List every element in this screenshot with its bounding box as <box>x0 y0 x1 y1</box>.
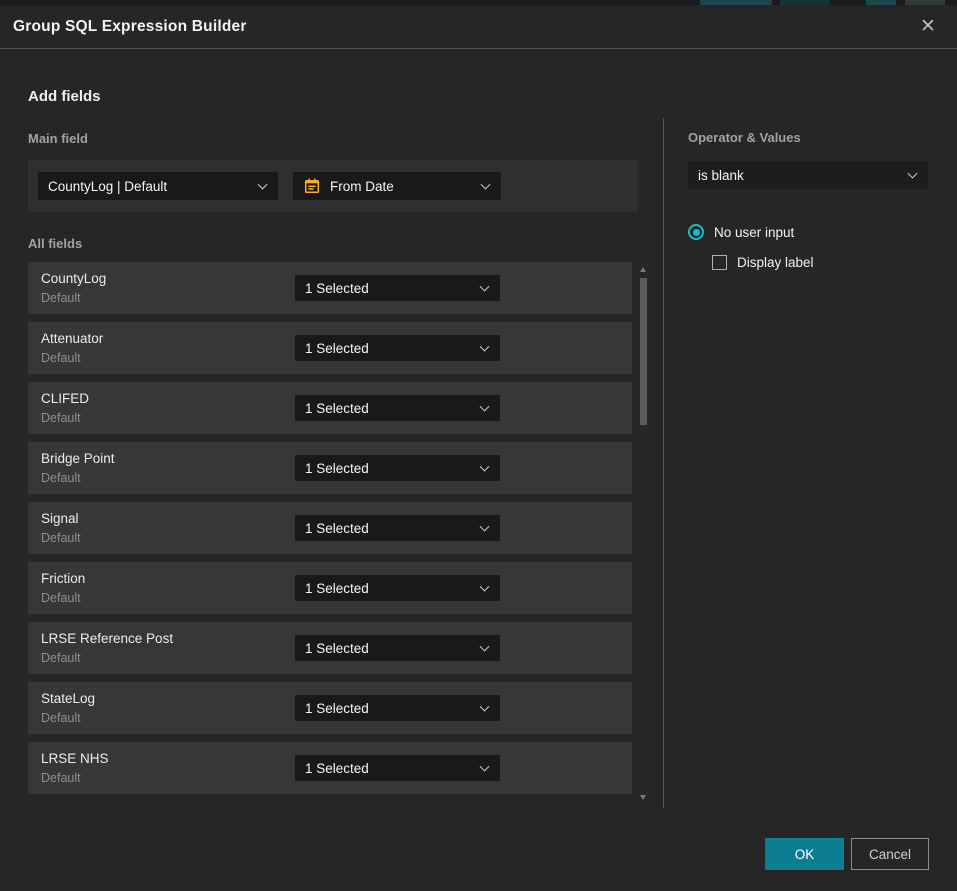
field-subtitle: Default <box>41 291 81 305</box>
field-selection-dropdown[interactable]: 1 Selected <box>295 695 500 721</box>
field-dropdown[interactable]: From Date <box>293 172 501 200</box>
field-subtitle: Default <box>41 591 81 605</box>
field-row: Attenuator Default 1 Selected <box>28 322 632 374</box>
field-row: CLIFED Default 1 Selected <box>28 382 632 434</box>
field-selection-dropdown[interactable]: 1 Selected <box>295 755 500 781</box>
field-selection-value: 1 Selected <box>305 521 369 536</box>
field-row: StateLog Default 1 Selected <box>28 682 632 734</box>
chevron-down-icon <box>480 762 490 772</box>
field-selection-dropdown[interactable]: 1 Selected <box>295 575 500 601</box>
add-fields-heading: Add fields <box>28 88 101 105</box>
radio-selected-icon <box>688 224 704 240</box>
field-selection-dropdown[interactable]: 1 Selected <box>295 635 500 661</box>
no-user-input-label: No user input <box>714 225 794 240</box>
field-subtitle: Default <box>41 351 81 365</box>
field-selection-value: 1 Selected <box>305 341 369 356</box>
display-label-checkbox[interactable]: Display label <box>712 255 814 270</box>
screen: Group SQL Expression Builder ✕ Add field… <box>0 0 957 891</box>
no-user-input-radio[interactable]: No user input <box>688 224 794 240</box>
field-subtitle: Default <box>41 711 81 725</box>
field-name: CLIFED <box>41 391 89 406</box>
operator-values-panel: Operator & Values is blank No user input… <box>688 118 928 145</box>
chevron-down-icon <box>480 522 490 532</box>
field-subtitle: Default <box>41 771 81 785</box>
dialog-title: Group SQL Expression Builder <box>13 18 247 36</box>
main-field-box: CountyLog | Default From Date <box>28 160 638 212</box>
field-name: Friction <box>41 571 85 586</box>
chevron-down-icon <box>908 169 918 179</box>
field-row: LRSE NHS Default 1 Selected <box>28 742 632 794</box>
all-fields-label: All fields <box>28 236 82 251</box>
display-label-text: Display label <box>737 255 814 270</box>
layer-dropdown[interactable]: CountyLog | Default <box>38 172 278 200</box>
field-subtitle: Default <box>41 471 81 485</box>
field-selection-value: 1 Selected <box>305 641 369 656</box>
chevron-down-icon <box>480 282 490 292</box>
field-row: Bridge Point Default 1 Selected <box>28 442 632 494</box>
chevron-down-icon <box>481 180 491 190</box>
main-field-label: Main field <box>28 131 88 146</box>
cancel-button[interactable]: Cancel <box>851 838 929 870</box>
dialog-footer: OK Cancel <box>765 838 929 870</box>
field-selection-value: 1 Selected <box>305 461 369 476</box>
scrollbar-thumb[interactable] <box>640 278 647 425</box>
field-name: Attenuator <box>41 331 103 346</box>
field-selection-value: 1 Selected <box>305 401 369 416</box>
close-icon[interactable]: ✕ <box>913 11 943 41</box>
field-selection-dropdown[interactable]: 1 Selected <box>295 275 500 301</box>
field-selection-dropdown[interactable]: 1 Selected <box>295 335 500 361</box>
operator-values-label: Operator & Values <box>688 130 928 145</box>
field-subtitle: Default <box>41 651 81 665</box>
field-selection-value: 1 Selected <box>305 581 369 596</box>
chevron-down-icon <box>480 702 490 712</box>
field-dropdown-value: From Date <box>330 179 394 194</box>
operator-dropdown[interactable]: is blank <box>688 161 928 189</box>
dialog-header: Group SQL Expression Builder ✕ <box>0 5 957 49</box>
all-fields-list: CountyLog Default 1 Selected Attenuator … <box>28 262 632 802</box>
field-row: Friction Default 1 Selected <box>28 562 632 614</box>
group-sql-expression-builder-dialog: Group SQL Expression Builder ✕ Add field… <box>0 5 957 891</box>
field-row: Signal Default 1 Selected <box>28 502 632 554</box>
field-selection-value: 1 Selected <box>305 761 369 776</box>
field-subtitle: Default <box>41 531 81 545</box>
field-name: StateLog <box>41 691 95 706</box>
chevron-down-icon <box>480 342 490 352</box>
field-name: CountyLog <box>41 271 106 286</box>
calendar-icon <box>303 177 321 195</box>
field-selection-value: 1 Selected <box>305 701 369 716</box>
layer-dropdown-value: CountyLog | Default <box>48 179 167 194</box>
chevron-down-icon <box>480 462 490 472</box>
list-scrollbar[interactable] <box>637 262 650 805</box>
field-selection-dropdown[interactable]: 1 Selected <box>295 455 500 481</box>
field-name: Bridge Point <box>41 451 115 466</box>
field-name: LRSE Reference Post <box>41 631 173 646</box>
operator-value: is blank <box>698 168 744 183</box>
field-subtitle: Default <box>41 411 81 425</box>
field-selection-value: 1 Selected <box>305 281 369 296</box>
chevron-down-icon <box>258 180 268 190</box>
chevron-down-icon <box>480 582 490 592</box>
panel-divider <box>663 118 664 808</box>
scroll-down-icon[interactable] <box>640 795 646 800</box>
field-selection-dropdown[interactable]: 1 Selected <box>295 395 500 421</box>
chevron-down-icon <box>480 642 490 652</box>
checkbox-unchecked-icon <box>712 255 727 270</box>
field-name: LRSE NHS <box>41 751 109 766</box>
chevron-down-icon <box>480 402 490 412</box>
field-selection-dropdown[interactable]: 1 Selected <box>295 515 500 541</box>
field-row: CountyLog Default 1 Selected <box>28 262 632 314</box>
ok-button[interactable]: OK <box>765 838 844 870</box>
field-name: Signal <box>41 511 79 526</box>
scroll-up-icon[interactable] <box>640 267 646 272</box>
field-row: LRSE Reference Post Default 1 Selected <box>28 622 632 674</box>
